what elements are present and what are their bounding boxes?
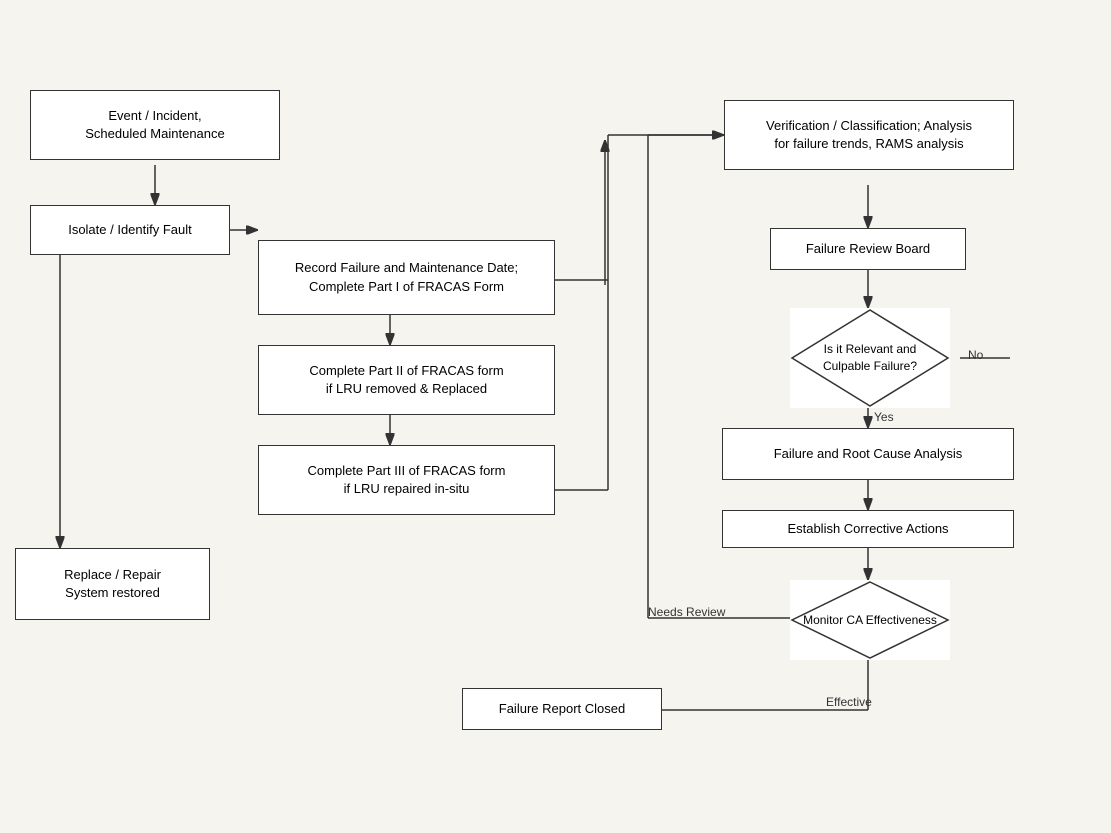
flowchart: Event / Incident, Scheduled Maintenance … [0, 0, 1111, 833]
frb-box: Failure Review Board [770, 228, 966, 270]
no-label: No [968, 348, 983, 362]
partIII-box: Complete Part III of FRACAS form if LRU … [258, 445, 555, 515]
fca-box: Failure and Root Cause Analysis [722, 428, 1014, 480]
eca-box: Establish Corrective Actions [722, 510, 1014, 548]
monitor-diamond: Monitor CA Effectiveness [790, 580, 950, 660]
partII-box: Complete Part II of FRACAS form if LRU r… [258, 345, 555, 415]
isolate-box: Isolate / Identify Fault [30, 205, 230, 255]
needsreview-label: Needs Review [648, 605, 725, 619]
effective-label: Effective [826, 695, 872, 709]
verification-box: Verification / Classification; Analysis … [724, 100, 1014, 170]
record-box: Record Failure and Maintenance Date; Com… [258, 240, 555, 315]
yes-label: Yes [874, 410, 894, 424]
replace-box: Replace / Repair System restored [15, 548, 210, 620]
closed-box: Failure Report Closed [462, 688, 662, 730]
relevant-diamond: Is it Relevant and Culpable Failure? [790, 308, 950, 408]
event-box: Event / Incident, Scheduled Maintenance [30, 90, 280, 160]
